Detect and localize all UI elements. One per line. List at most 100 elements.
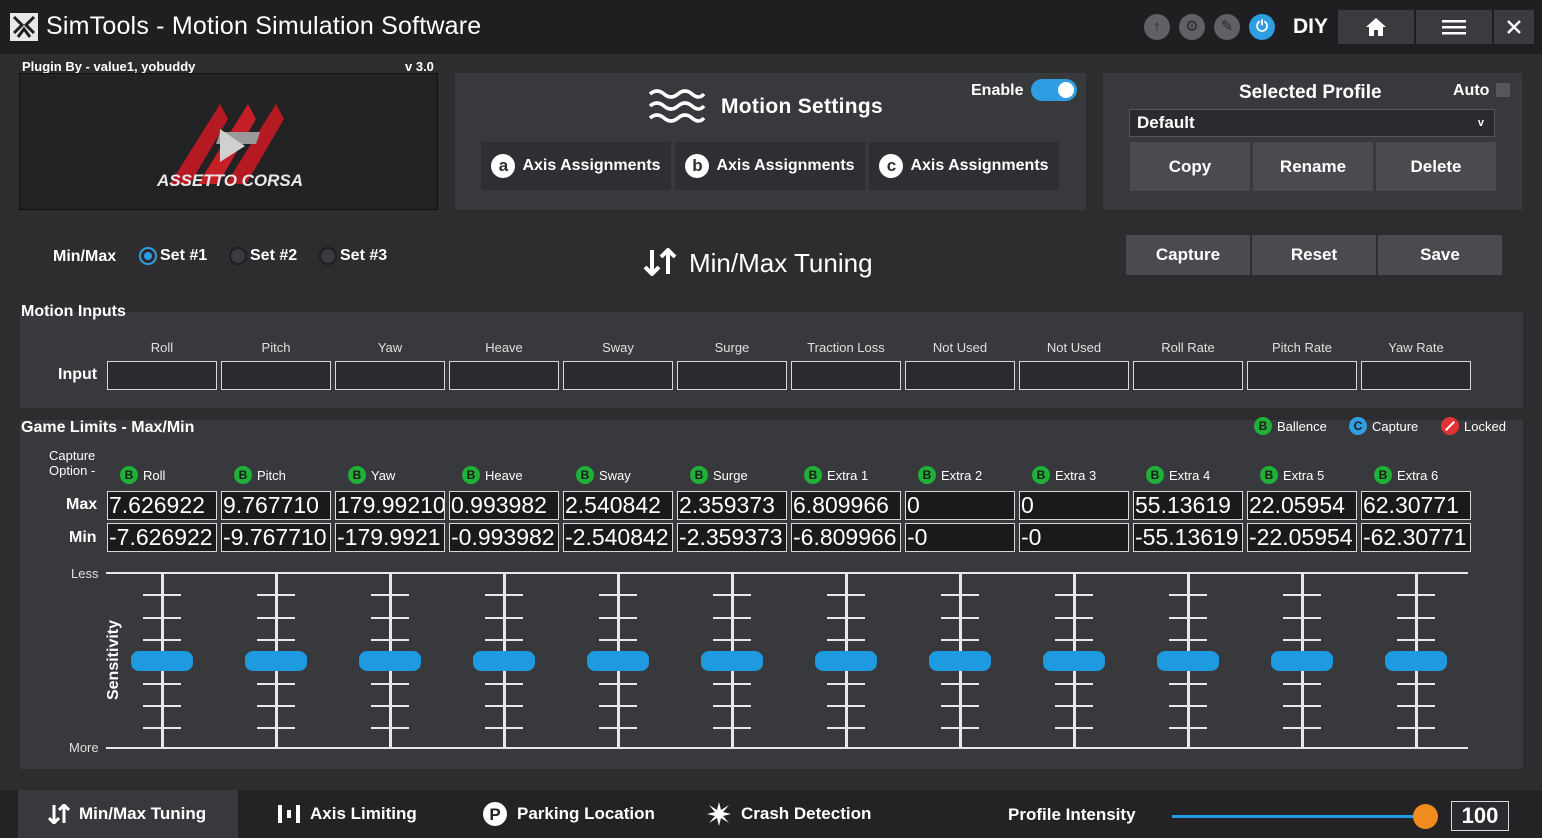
delete-button[interactable]: Delete [1376, 142, 1496, 191]
max-value-field[interactable]: 62.30771 [1361, 491, 1471, 520]
min-value-field[interactable]: -62.30771 [1361, 523, 1471, 552]
max-value-field[interactable]: 179.99210 [335, 491, 445, 520]
diy-label[interactable]: DIY [1293, 15, 1328, 39]
min-value-field[interactable]: -7.626922 [107, 523, 217, 552]
ballence-badge-icon[interactable]: B [690, 466, 708, 484]
sensitivity-thumb[interactable] [1157, 651, 1219, 671]
ballence-badge-icon[interactable]: B [804, 466, 822, 484]
sensitivity-thumb[interactable] [929, 651, 991, 671]
set-1-radio[interactable]: Set #1 [139, 247, 207, 265]
min-value-field[interactable]: -2.359373 [677, 523, 787, 552]
sensitivity-thumb[interactable] [473, 651, 535, 671]
ballence-badge-icon[interactable]: B [348, 466, 366, 484]
set-3-radio[interactable]: Set #3 [319, 247, 387, 265]
game-limit-header[interactable]: B Pitch [234, 466, 286, 484]
game-limit-header[interactable]: B Extra 5 [1260, 466, 1324, 484]
max-value-field[interactable]: 6.809966 [791, 491, 901, 520]
profile-intensity-thumb[interactable] [1413, 804, 1438, 829]
close-button[interactable] [1494, 10, 1534, 44]
nav-crash-detection[interactable]: Crash Detection [694, 790, 883, 838]
nav-parking-location[interactable]: P Parking Location [470, 790, 667, 838]
min-value-field[interactable]: -0.993982 [449, 523, 559, 552]
axis-assignments-c-button[interactable]: c Axis Assignments [869, 142, 1059, 190]
axis-assignments-b-button[interactable]: b Axis Assignments [675, 142, 865, 190]
max-value-field[interactable]: 22.05954 [1247, 491, 1357, 520]
min-value-field[interactable]: -6.809966 [791, 523, 901, 552]
profile-intensity-value[interactable]: 100 [1451, 801, 1509, 831]
profile-dropdown[interactable]: Default v [1129, 109, 1495, 137]
edit-icon[interactable]: ✎ [1214, 14, 1240, 40]
copy-button[interactable]: Copy [1130, 142, 1250, 191]
sensitivity-tick [599, 639, 637, 641]
sensitivity-tick [257, 727, 295, 729]
nav-axis-limiting-label: Axis Limiting [310, 804, 417, 823]
game-limit-header[interactable]: B Extra 3 [1032, 466, 1096, 484]
game-limit-header[interactable]: B Heave [462, 466, 523, 484]
min-value-field[interactable]: -22.05954 [1247, 523, 1357, 552]
set-2-radio[interactable]: Set #2 [229, 247, 297, 265]
ballence-badge-icon[interactable]: B [576, 466, 594, 484]
ballence-badge-icon[interactable]: B [1260, 466, 1278, 484]
capture-button[interactable]: Capture [1126, 235, 1250, 275]
gear-icon[interactable]: ⚙ [1179, 14, 1205, 40]
sensitivity-thumb[interactable] [131, 651, 193, 671]
game-limit-header[interactable]: B Extra 4 [1146, 466, 1210, 484]
ballence-badge-icon[interactable]: B [234, 466, 252, 484]
save-button[interactable]: Save [1378, 235, 1502, 275]
sensitivity-tick [827, 705, 865, 707]
max-value-field[interactable]: 2.540842 [563, 491, 673, 520]
sensitivity-tick [1169, 683, 1207, 685]
sensitivity-thumb[interactable] [1385, 651, 1447, 671]
auto-checkbox[interactable] [1496, 83, 1510, 97]
rename-button[interactable]: Rename [1253, 142, 1373, 191]
arrow-up-icon[interactable]: ↑ [1144, 14, 1170, 40]
sensitivity-thumb[interactable] [1043, 651, 1105, 671]
max-value-field[interactable]: 2.359373 [677, 491, 787, 520]
nav-minmax-tuning[interactable]: Min/Max Tuning [18, 790, 238, 838]
ballence-badge-icon[interactable]: B [918, 466, 936, 484]
nav-axis-limiting[interactable]: Axis Limiting [265, 790, 429, 838]
max-value-field[interactable]: 55.13619 [1133, 491, 1243, 520]
game-limit-header[interactable]: B Extra 1 [804, 466, 868, 484]
home-button[interactable] [1338, 10, 1414, 44]
min-value-field[interactable]: -9.767710 [221, 523, 331, 552]
min-value-field[interactable]: -0 [905, 523, 1015, 552]
game-limit-header[interactable]: B Yaw [348, 466, 395, 484]
menu-button[interactable] [1416, 10, 1492, 44]
min-value-field[interactable]: -179.9921 [335, 523, 445, 552]
ballence-badge-icon[interactable]: B [1146, 466, 1164, 484]
enable-toggle[interactable] [1031, 79, 1077, 101]
sensitivity-tick [827, 617, 865, 619]
ballence-badge-icon[interactable]: B [120, 466, 138, 484]
min-value-field[interactable]: -0 [1019, 523, 1129, 552]
sensitivity-tick [485, 594, 523, 596]
sensitivity-thumb[interactable] [587, 651, 649, 671]
sensitivity-thumb[interactable] [1271, 651, 1333, 671]
max-value-field[interactable]: 0.993982 [449, 491, 559, 520]
max-value-field[interactable]: 0 [1019, 491, 1129, 520]
max-value-field[interactable]: 0 [905, 491, 1015, 520]
sensitivity-thumb[interactable] [359, 651, 421, 671]
min-value-field[interactable]: -55.13619 [1133, 523, 1243, 552]
game-limit-header[interactable]: B Roll [120, 466, 165, 484]
game-limit-header[interactable]: B Sway [576, 466, 631, 484]
sensitivity-thumb[interactable] [815, 651, 877, 671]
motion-inputs-title: Motion Inputs [21, 303, 126, 320]
max-value-field[interactable]: 7.626922 [107, 491, 217, 520]
game-limit-header[interactable]: B Extra 6 [1374, 466, 1438, 484]
sensitivity-tick [599, 617, 637, 619]
sensitivity-thumb[interactable] [701, 651, 763, 671]
sensitivity-thumb[interactable] [245, 651, 307, 671]
game-limit-header[interactable]: B Extra 2 [918, 466, 982, 484]
profile-intensity-slider[interactable] [1172, 815, 1426, 818]
reset-button[interactable]: Reset [1252, 235, 1376, 275]
axis-assignments-a-button[interactable]: a Axis Assignments [481, 142, 671, 190]
game-limit-header-label: Roll [143, 467, 166, 483]
game-limit-header[interactable]: B Surge [690, 466, 748, 484]
ballence-badge-icon[interactable]: B [1032, 466, 1050, 484]
min-value-field[interactable]: -2.540842 [563, 523, 673, 552]
ballence-badge-icon[interactable]: B [1374, 466, 1392, 484]
ballence-badge-icon[interactable]: B [462, 466, 480, 484]
max-value-field[interactable]: 9.767710 [221, 491, 331, 520]
power-icon[interactable]: ⏻ [1249, 14, 1275, 40]
